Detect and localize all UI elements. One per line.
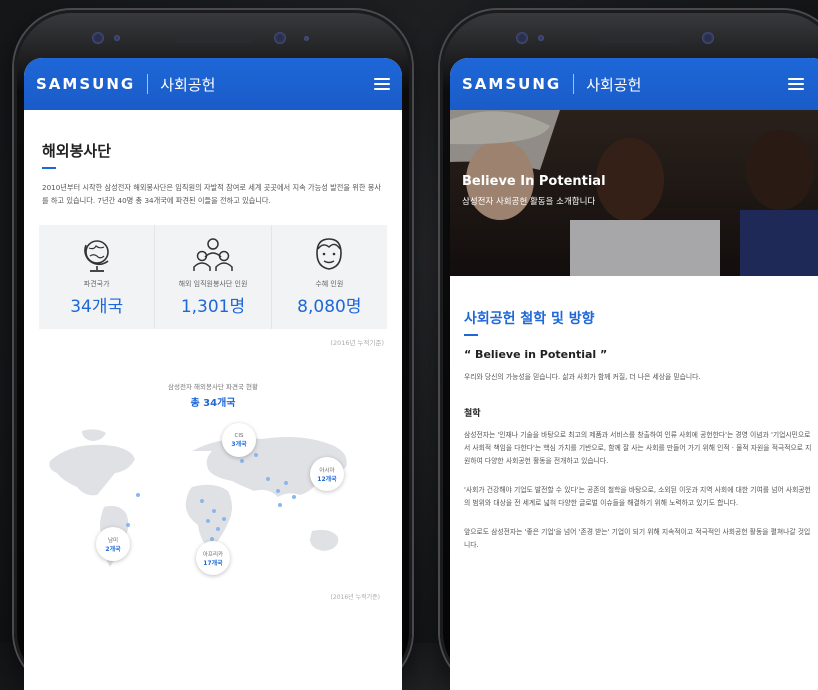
hero-photo — [450, 110, 818, 276]
stats-panel: 파견국가 34개국 해외 임직원봉사단 인원 1,301명 수혜 인원 8,08… — [39, 225, 387, 329]
region-cis-bubble[interactable]: CIS 3개국 — [222, 423, 256, 457]
camera-icon — [92, 32, 104, 44]
region-count: 17개국 — [203, 559, 223, 567]
beneficiary-icon — [316, 238, 343, 270]
phone-sensors — [14, 32, 412, 50]
paragraph: 앞으로도 삼성전자는 '좋은 기업'을 넘어 '존경 받는' 기업이 되기 위해… — [464, 528, 811, 549]
region-count: 3개국 — [231, 440, 247, 448]
region-asia-bubble[interactable]: 아시아 12개국 — [310, 457, 344, 491]
menu-icon[interactable] — [374, 78, 390, 90]
map-note: (2016년 누적기준) — [330, 594, 380, 601]
region-africa-bubble[interactable]: 아프리카 17개국 — [196, 541, 230, 575]
stat-value: 8,080명 — [297, 297, 362, 317]
region-name: 아시아 — [319, 467, 335, 474]
main-content: 사회공헌 철학 및 방향 “ Believe in Potential ” 우리… — [450, 276, 818, 552]
samsung-logo[interactable]: SAMSUNG — [36, 75, 135, 93]
sensor-icon — [538, 35, 544, 41]
hero-title: Believe In Potential — [462, 174, 606, 189]
stat-label: 파견국가 — [83, 280, 110, 288]
stat-label: 해외 임직원봉사단 인원 — [178, 280, 248, 288]
phone-left: SAMSUNG 사회공헌 해외봉사단 2010년부터 시작한 삼성전자 해외봉사… — [14, 10, 412, 690]
region-count: 12개국 — [317, 475, 337, 483]
region-name: 아프리카 — [202, 551, 224, 558]
screen: SAMSUNG 사회공헌 Believe In Potential 삼성전자 사… — [450, 58, 818, 690]
stat-value: 1,301명 — [180, 297, 246, 317]
screen: SAMSUNG 사회공헌 해외봉사단 2010년부터 시작한 삼성전자 해외봉사… — [24, 58, 402, 690]
map-header: 삼성전자 해외봉사단 파견국 현황 총 34개국 — [42, 381, 384, 409]
world-map: CIS 3개국 아시아 12개국 남미 2개국 아프리카 17개국 (2016년… — [42, 421, 384, 601]
stat-value: 34개국 — [70, 297, 124, 317]
stat-beneficiaries: 수혜 인원 8,080명 — [272, 225, 387, 329]
sensor-icon — [304, 36, 309, 41]
title-underline — [464, 334, 478, 336]
hero-banner: Believe In Potential 삼성전자 사회공헌 활동을 소개합니다 — [450, 110, 818, 276]
map-subtitle: 삼성전자 해외봉사단 파견국 현황 — [168, 383, 258, 391]
stat-countries: 파견국가 34개국 — [39, 225, 156, 329]
samsung-logo[interactable]: SAMSUNG — [462, 75, 561, 93]
camera-icon — [516, 32, 528, 44]
speaker-grille — [174, 38, 254, 43]
stat-label: 수혜 인원 — [315, 280, 344, 288]
region-name: 남미 — [107, 537, 119, 544]
divider — [147, 74, 149, 94]
section-name[interactable]: 사회공헌 — [160, 74, 215, 95]
intro-text: 2010년부터 시작한 삼성전자 해외봉사단은 임직원의 자발적 참여로 세계 … — [42, 183, 381, 205]
quote: “ Believe in Potential ” — [464, 348, 608, 361]
paragraph: 삼성전자는 '인재나 기술을 바탕으로 최고의 제품과 서비스를 창출하여 인류… — [464, 431, 812, 465]
region-count: 2개국 — [105, 545, 121, 553]
main-content: 해외봉사단 2010년부터 시작한 삼성전자 해외봉사단은 임직원의 자발적 참… — [24, 110, 402, 601]
quote-description: 우리와 당신의 가능성을 믿습니다. 삶과 사회가 함께 커질, 더 나은 세상… — [464, 373, 701, 381]
section-name[interactable]: 사회공헌 — [586, 74, 641, 95]
section-heading: 철학 — [464, 409, 481, 419]
globe-icon — [83, 240, 109, 272]
front-camera-icon — [702, 32, 714, 44]
divider — [573, 74, 575, 94]
title-underline — [42, 167, 56, 169]
app-bar: SAMSUNG 사회공헌 — [450, 58, 818, 110]
hero-subtitle: 삼성전자 사회공헌 활동을 소개합니다 — [462, 197, 596, 207]
menu-icon[interactable] — [788, 78, 804, 90]
volunteers-icon — [193, 238, 233, 271]
page-title: 해외봉사단 — [42, 142, 112, 160]
stat-volunteers: 해외 임직원봉사단 인원 1,301명 — [155, 225, 272, 329]
sensor-icon — [114, 35, 120, 41]
map-total: 총 34개국 — [190, 398, 236, 409]
front-camera-icon — [274, 32, 286, 44]
page-title: 사회공헌 철학 및 방향 — [464, 311, 595, 327]
paragraph: '사회가 건강해야 기업도 발전할 수 있다'는 공존의 철학을 바탕으로, 소… — [464, 486, 811, 507]
region-latam-bubble[interactable]: 남미 2개국 — [96, 527, 130, 561]
speaker-grille — [600, 38, 680, 43]
phone-sensors — [440, 32, 818, 50]
app-bar: SAMSUNG 사회공헌 — [24, 58, 402, 110]
phone-right: SAMSUNG 사회공헌 Believe In Potential 삼성전자 사… — [440, 10, 818, 690]
stats-note: (2016년 누적기준) — [330, 339, 384, 347]
